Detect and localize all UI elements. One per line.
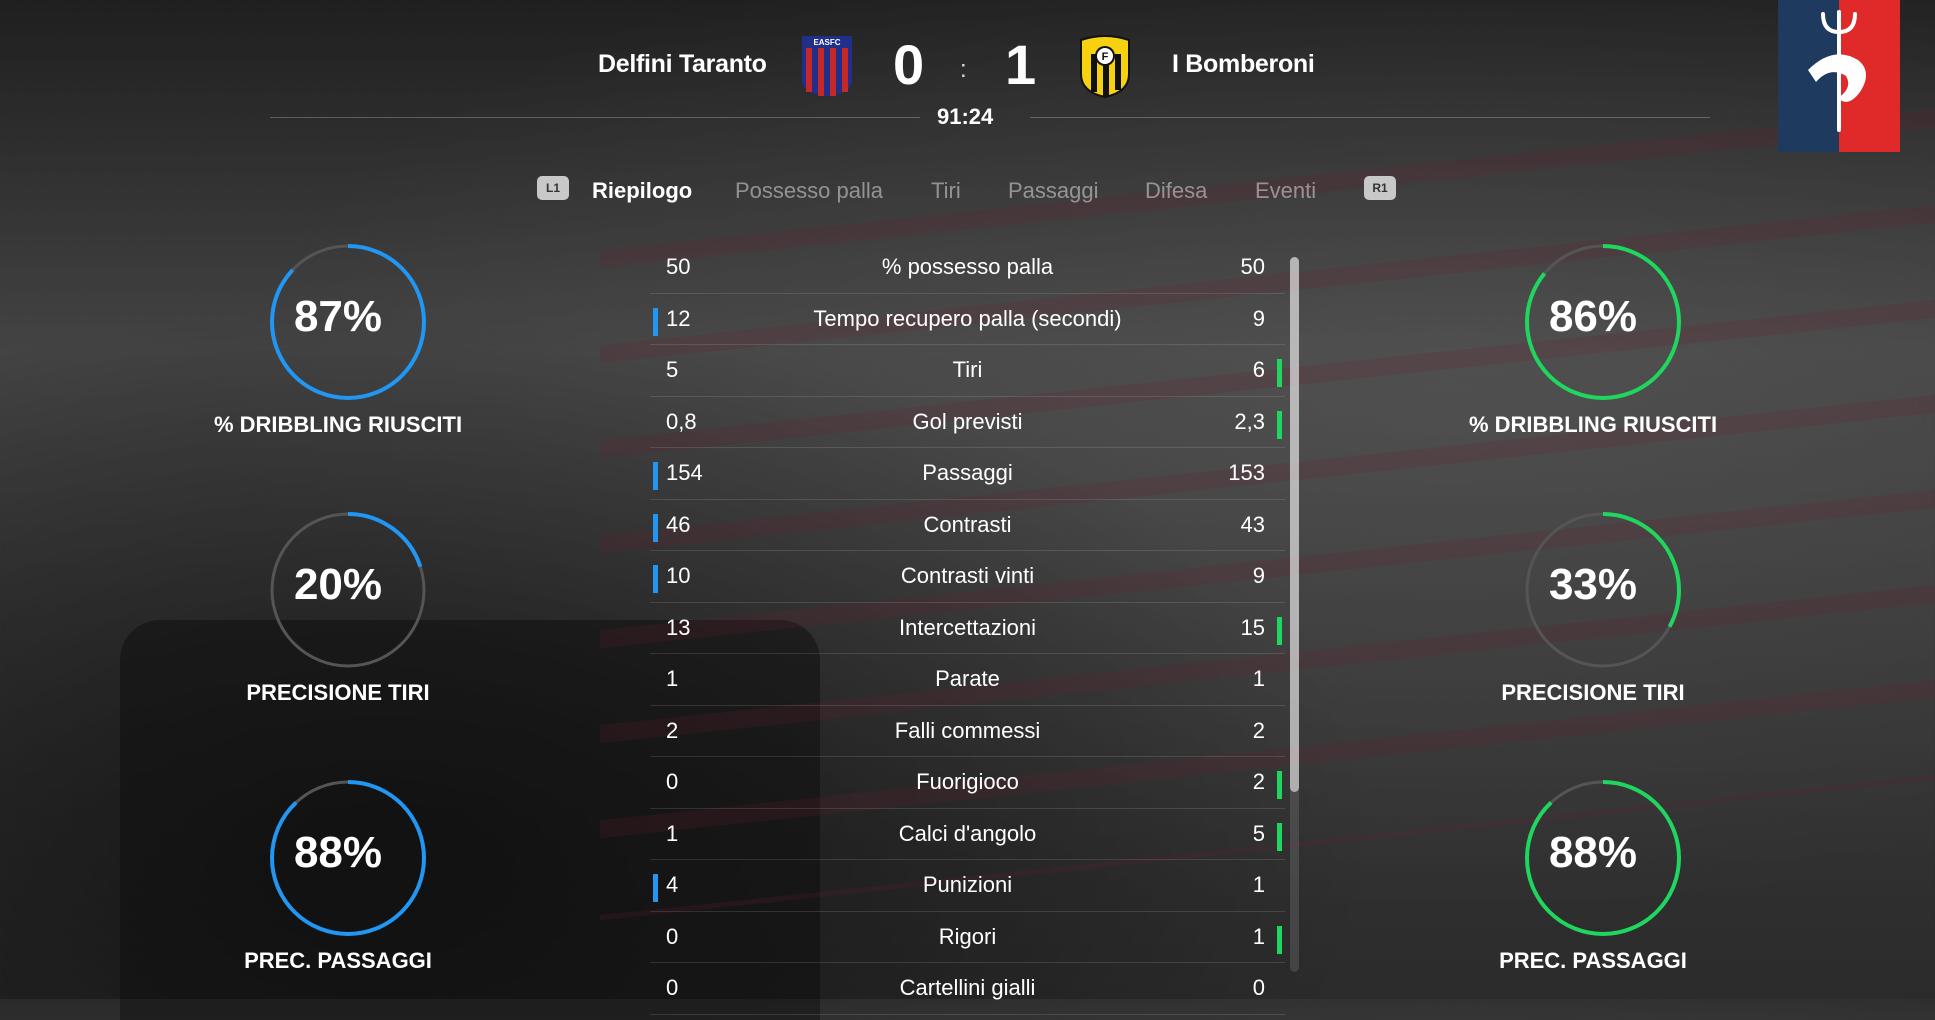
away-stat-value: 1 [1252,872,1265,897]
stat-row: 5 Tiri 6 [650,345,1285,397]
away-stat-value: 5 [1252,820,1265,846]
stat-label: Passaggi [922,460,1013,485]
score-separator: : [960,56,967,83]
away-gauge-pass-accuracy: 88% PREC. PASSAGGI [1443,778,1743,988]
gauge-value: 88% [293,828,383,877]
stat-label: Cartellini gialli [899,975,1036,1000]
svg-text:F: F [1102,51,1109,63]
away-stat-value: 0 [1252,975,1265,1000]
home-gauge-pass-accuracy: 88% PREC. PASSAGGI [188,778,488,988]
stat-label: Contrasti vinti [900,563,1035,588]
stat-label: Parate [935,666,1000,691]
stat-label: Calci d'angolo [898,820,1037,846]
trident-dolphin-badge-icon [1778,0,1900,152]
stat-label: Punizioni [922,872,1013,897]
tab-passaggi[interactable]: Passaggi [1008,178,1099,204]
away-stat-value: 50 [1240,254,1265,279]
gauge-label: PREC. PASSAGGI [1499,948,1687,973]
away-stat-value: 2 [1252,769,1265,794]
stat-label: Gol previsti [912,408,1023,434]
away-stat-value: 153 [1228,460,1265,485]
away-gauge-shot-accuracy: 33% PRECISIONE TIRI [1443,510,1743,720]
away-stat-value: 1 [1252,666,1265,691]
gauge-label: % DRIBBLING RIUSCITI [213,412,463,437]
header-divider-right [1030,117,1710,118]
bomberoni-crest-icon: F [1080,35,1130,98]
stat-label: Fuorigioco [916,769,1019,794]
stats-scrollbar[interactable] [1290,257,1299,972]
stat-row: 1 Calci d'angolo 5 [650,809,1285,860]
gauge-label: PRECISIONE TIRI [246,680,430,705]
away-stat-value: 2,3 [1234,408,1265,434]
stat-row: 1 Parate 1 [650,654,1285,706]
scrollbar-thumb[interactable] [1290,257,1299,792]
away-stat-value: 9 [1252,563,1265,588]
gauge-value: 33% [1548,560,1638,609]
away-stat-value: 2 [1252,717,1265,743]
stat-row: 50% possesso palla 50 [650,242,1285,294]
stat-row: 10 Contrasti vinti 9 [650,551,1285,603]
stat-label: Contrasti [923,511,1012,537]
stat-row: 0,8 Gol previsti 2,3 [650,397,1285,448]
stat-label: % possesso palla [881,254,1054,279]
away-score: 1 [1005,33,1037,96]
stat-row: 12 Tempo recupero palla (secondi) 9 [650,294,1285,345]
tab-difesa[interactable]: Difesa [1145,178,1207,204]
gauge-value: 86% [1548,292,1638,341]
gauge-label: PREC. PASSAGGI [244,948,432,973]
gauge-value: 20% [293,560,383,609]
scoreboard-header: Delfini Taranto EASFC 0 : 1 F I Bomberon… [0,0,1935,130]
away-stat-value: 1 [1252,923,1265,949]
away-stat-value: 9 [1252,305,1265,331]
header-divider-left [270,117,920,118]
stat-row: 154 Passaggi 153 [650,448,1285,500]
tab-tiri[interactable]: Tiri [931,178,961,204]
svg-text:EASFC: EASFC [813,38,840,47]
away-stat-value: 43 [1240,511,1265,537]
stat-label: Falli commessi [894,717,1041,743]
stat-row: 0 Rigori 1 [650,912,1285,963]
away-team-name: I Bomberoni [1172,50,1315,78]
away-gauge-dribbling: 86% % DRIBBLING RIUSCITI [1443,242,1743,452]
stat-row: 46 Contrasti 43 [650,500,1285,551]
right-shoulder-button[interactable]: R1 [1364,176,1396,200]
gauge-value: 87% [293,292,383,341]
stat-row: 0 Cartellini gialli 0 [650,963,1285,1015]
stat-row: 4 Punizioni 1 [650,860,1285,912]
stat-label: Intercettazioni [899,614,1036,640]
easfc-crest-icon: EASFC [802,36,852,96]
home-score: 0 [893,33,925,96]
tab-riepilogo[interactable]: Riepilogo [592,178,692,204]
tab-eventi[interactable]: Eventi [1255,178,1316,204]
stat-row: 0 Fuorigioco 2 [650,757,1285,809]
away-stat-value: 6 [1252,357,1265,382]
stat-row: 13 Intercettazioni 15 [650,603,1285,654]
gauge-value: 88% [1548,828,1638,877]
left-shoulder-button[interactable]: L1 [537,176,569,200]
stat-label: Rigori [938,923,997,949]
gauge-label: % DRIBBLING RIUSCITI [1468,412,1718,437]
home-gauge-dribbling: 87% % DRIBBLING RIUSCITI [188,242,488,452]
stat-label: Tempo recupero palla (secondi) [813,305,1122,331]
gauge-label: PRECISIONE TIRI [1501,680,1685,705]
stats-table[interactable]: 50% possesso palla 50 12 Tempo recupero pal… [650,242,1285,1015]
home-gauge-shot-accuracy: 20% PRECISIONE TIRI [188,510,488,720]
stat-label: Tiri [952,357,983,382]
away-stat-value: 15 [1240,614,1265,640]
tab-possesso-palla[interactable]: Possesso palla [735,178,883,204]
home-team-name: Delfini Taranto [598,50,767,78]
match-clock: 91:24 [937,104,994,129]
stat-row: 2 Falli commessi 2 [650,706,1285,757]
